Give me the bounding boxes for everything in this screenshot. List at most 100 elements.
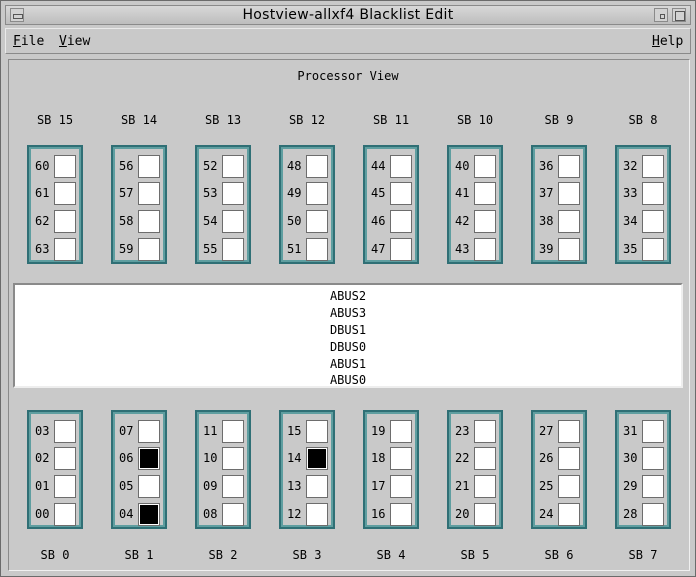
bus-item[interactable]: ABUS2 (15, 288, 681, 305)
processor-blacklist-toggle[interactable] (474, 210, 496, 233)
processor-blacklist-toggle[interactable] (54, 238, 76, 261)
processor-blacklist-toggle[interactable] (222, 155, 244, 178)
processor-blacklist-toggle[interactable] (642, 447, 664, 470)
processor-number: 40 (455, 159, 470, 173)
processor-blacklist-toggle[interactable] (642, 503, 664, 526)
processor-blacklist-toggle[interactable] (642, 238, 664, 261)
processor-blacklist-toggle[interactable] (642, 475, 664, 498)
processor-blacklist-toggle[interactable] (306, 155, 328, 178)
system-board: 60 61 62 63 (27, 145, 83, 264)
processor-blacklist-toggle[interactable] (558, 475, 580, 498)
bus-item[interactable]: DBUS1 (15, 322, 681, 339)
processor-blacklist-toggle[interactable] (138, 447, 160, 470)
processor-blacklist-toggle[interactable] (306, 475, 328, 498)
processor-blacklist-toggle[interactable] (222, 238, 244, 261)
processor-number: 48 (287, 159, 302, 173)
bus-item[interactable]: DBUS0 (15, 339, 681, 356)
processor-blacklist-toggle[interactable] (54, 210, 76, 233)
menu-help[interactable]: Help (652, 34, 683, 49)
processor-blacklist-toggle[interactable] (138, 155, 160, 178)
processor-blacklist-toggle[interactable] (558, 155, 580, 178)
processor-blacklist-toggle[interactable] (306, 447, 328, 470)
bus-list[interactable]: ABUS2 ABUS3 DBUS1 DBUS0 ABUS1 ABUS0 (13, 283, 683, 388)
system-board-label: SB 13 (204, 113, 242, 127)
processor-blacklist-toggle[interactable] (474, 420, 496, 443)
menu-view-mnemonic: V (59, 34, 67, 49)
title-bar[interactable]: Hostview-allxf4 Blacklist Edit (5, 5, 691, 25)
processor-blacklist-toggle[interactable] (474, 155, 496, 178)
processor-blacklist-toggle[interactable] (306, 238, 328, 261)
processor-blacklist-toggle[interactable] (138, 475, 160, 498)
system-board: 19 18 17 16 (363, 410, 419, 529)
processor-blacklist-toggle[interactable] (390, 420, 412, 443)
menu-view[interactable]: View (59, 34, 90, 49)
processor-blacklist-toggle[interactable] (474, 475, 496, 498)
processor-number: 13 (287, 479, 302, 493)
processor-blacklist-toggle[interactable] (474, 238, 496, 261)
system-board: 11 10 09 08 (195, 410, 251, 529)
processor-blacklist-toggle[interactable] (390, 447, 412, 470)
processor-blacklist-toggle[interactable] (558, 447, 580, 470)
processor-blacklist-toggle[interactable] (138, 238, 160, 261)
processor-blacklist-toggle[interactable] (54, 503, 76, 526)
processor-blacklist-toggle[interactable] (558, 503, 580, 526)
processor-blacklist-toggle[interactable] (138, 182, 160, 205)
processor-blacklist-toggle[interactable] (558, 182, 580, 205)
processor-blacklist-toggle[interactable] (222, 210, 244, 233)
system-board-inner: 44 45 46 47 (367, 149, 415, 261)
system-board: 03 02 01 00 (27, 410, 83, 529)
processor-blacklist-toggle[interactable] (222, 182, 244, 205)
processor-blacklist-toggle[interactable] (138, 210, 160, 233)
bus-item[interactable]: ABUS1 (15, 356, 681, 373)
processor-blacklist-toggle[interactable] (54, 447, 76, 470)
bus-item[interactable]: ABUS0 (15, 372, 681, 389)
processor-blacklist-toggle[interactable] (222, 475, 244, 498)
processor-blacklist-toggle[interactable] (390, 210, 412, 233)
processor-blacklist-toggle[interactable] (222, 503, 244, 526)
system-board-label: SB 0 (40, 548, 70, 562)
processor-blacklist-toggle[interactable] (54, 155, 76, 178)
processor-blacklist-toggle[interactable] (306, 182, 328, 205)
minimize-icon[interactable] (654, 8, 668, 22)
processor-blacklist-toggle[interactable] (306, 210, 328, 233)
processor-blacklist-toggle[interactable] (474, 182, 496, 205)
system-board-label: SB 14 (120, 113, 158, 127)
processor-blacklist-toggle[interactable] (306, 420, 328, 443)
processor-number: 08 (203, 507, 218, 521)
system-board-label: SB 1 (124, 548, 154, 562)
system-board-inner: 11 10 09 08 (199, 414, 247, 526)
system-board: 40 41 42 43 (447, 145, 503, 264)
processor-blacklist-toggle[interactable] (390, 182, 412, 205)
processor-blacklist-toggle[interactable] (306, 503, 328, 526)
processor-blacklist-toggle[interactable] (390, 475, 412, 498)
processor-blacklist-toggle[interactable] (558, 238, 580, 261)
processor-blacklist-toggle[interactable] (54, 182, 76, 205)
bus-item[interactable]: ABUS3 (15, 305, 681, 322)
processor-blacklist-toggle[interactable] (642, 210, 664, 233)
processor-number: 25 (539, 479, 554, 493)
menu-file-mnemonic: F (13, 34, 21, 49)
processor-number: 22 (455, 451, 470, 465)
processor-blacklist-toggle[interactable] (138, 503, 160, 526)
processor-blacklist-toggle[interactable] (390, 155, 412, 178)
processor-blacklist-toggle[interactable] (474, 447, 496, 470)
processor-blacklist-toggle[interactable] (54, 420, 76, 443)
processor-number: 38 (539, 214, 554, 228)
processor-blacklist-toggle[interactable] (474, 503, 496, 526)
processor-number: 19 (371, 424, 386, 438)
processor-blacklist-toggle[interactable] (54, 475, 76, 498)
processor-blacklist-toggle[interactable] (390, 503, 412, 526)
menu-file[interactable]: File (13, 34, 44, 49)
processor-blacklist-toggle[interactable] (642, 155, 664, 178)
maximize-icon[interactable] (672, 8, 686, 22)
processor-blacklist-toggle[interactable] (558, 420, 580, 443)
processor-blacklist-toggle[interactable] (642, 420, 664, 443)
processor-blacklist-toggle[interactable] (222, 447, 244, 470)
processor-blacklist-toggle[interactable] (138, 420, 160, 443)
system-board-label: SB 3 (292, 548, 322, 562)
processor-number: 43 (455, 242, 470, 256)
processor-blacklist-toggle[interactable] (222, 420, 244, 443)
processor-blacklist-toggle[interactable] (642, 182, 664, 205)
processor-blacklist-toggle[interactable] (558, 210, 580, 233)
processor-blacklist-toggle[interactable] (390, 238, 412, 261)
